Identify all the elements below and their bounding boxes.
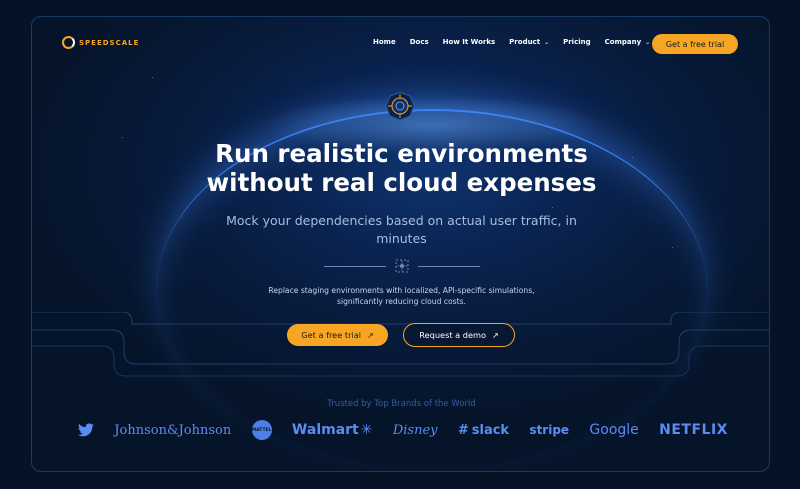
nav-item-company[interactable]: Company ⌄ bbox=[598, 38, 658, 46]
nav-item-product[interactable]: Product ⌄ bbox=[502, 38, 556, 46]
hero-description: Replace staging environments with locali… bbox=[32, 285, 769, 307]
nav-item-how-it-works[interactable]: How It Works bbox=[436, 38, 503, 46]
brand-logo-strip: Johnson&Johnson MATTEL Walmart ✳ Disney #… bbox=[78, 415, 728, 445]
slack-hash-icon: # bbox=[457, 422, 469, 438]
circuit-lines bbox=[32, 312, 769, 377]
speedscale-logo-icon bbox=[62, 36, 75, 49]
description-line: Replace staging environments with locali… bbox=[268, 286, 535, 295]
description-line: significantly reducing cloud costs. bbox=[337, 297, 466, 306]
nav-label: Docs bbox=[409, 38, 429, 46]
disney-logo: Disney bbox=[392, 422, 438, 438]
button-label: Get a free trial bbox=[301, 330, 361, 340]
button-label: Request a demo bbox=[419, 330, 486, 340]
hero-subheadline: Mock your dependencies based on actual u… bbox=[32, 212, 769, 248]
main-nav: Home Docs How It Works Product ⌄ Pricing … bbox=[366, 38, 657, 46]
divider-line bbox=[418, 265, 480, 267]
subheadline-line: Mock your dependencies based on actual u… bbox=[226, 213, 577, 228]
headline-line: Run realistic environments bbox=[215, 139, 588, 168]
nav-label: Company bbox=[604, 38, 642, 46]
arrow-up-right-icon: ↗ bbox=[492, 330, 499, 340]
star-decoration bbox=[122, 137, 123, 138]
slack-wordmark: slack bbox=[471, 422, 510, 438]
chevron-down-icon: ⌄ bbox=[645, 38, 651, 46]
product-badge-icon bbox=[385, 91, 415, 121]
nav-label: Product bbox=[509, 38, 541, 46]
nav-label: Home bbox=[373, 38, 396, 46]
nav-label: Pricing bbox=[563, 38, 591, 46]
star-decoration bbox=[152, 77, 153, 78]
walmart-wordmark: Walmart bbox=[291, 422, 359, 438]
chevron-down-icon: ⌄ bbox=[544, 38, 550, 46]
nav-free-trial-button[interactable]: Get a free trial bbox=[652, 34, 738, 54]
twitter-logo-icon bbox=[78, 423, 94, 437]
nav-label: How It Works bbox=[442, 38, 496, 46]
google-logo: Google bbox=[589, 422, 639, 438]
walmart-spark-icon: ✳ bbox=[360, 422, 373, 438]
request-demo-button[interactable]: Request a demo ↗ bbox=[403, 323, 515, 347]
brand-name: SPEEDSCALE bbox=[79, 38, 140, 47]
section-divider bbox=[322, 258, 482, 274]
mattel-logo: MATTEL bbox=[251, 420, 272, 440]
netflix-logo: NETFLIX bbox=[659, 422, 728, 438]
nav-item-pricing[interactable]: Pricing bbox=[556, 38, 598, 46]
hero-frame: SPEEDSCALE Home Docs How It Works Produc… bbox=[31, 16, 770, 472]
stripe-logo: stripe bbox=[529, 423, 570, 437]
nav-item-docs[interactable]: Docs bbox=[403, 38, 436, 46]
hero-headline: Run realistic environments without real … bbox=[32, 139, 769, 197]
free-trial-button[interactable]: Get a free trial ↗ bbox=[287, 324, 388, 346]
arrow-up-right-icon: ↗ bbox=[367, 330, 374, 340]
subheadline-line: minutes bbox=[376, 231, 427, 246]
walmart-logo: Walmart ✳ bbox=[292, 422, 373, 438]
johnson-johnson-logo: Johnson&Johnson bbox=[114, 422, 232, 438]
slack-logo: # slack bbox=[458, 423, 509, 438]
headline-line: without real cloud expenses bbox=[206, 168, 597, 197]
nav-item-home[interactable]: Home bbox=[366, 38, 403, 46]
network-icon bbox=[395, 259, 409, 273]
trusted-by-label: Trusted by Top Brands of the World bbox=[327, 399, 476, 409]
divider-line bbox=[324, 265, 386, 267]
brand-logo[interactable]: SPEEDSCALE bbox=[62, 36, 139, 49]
